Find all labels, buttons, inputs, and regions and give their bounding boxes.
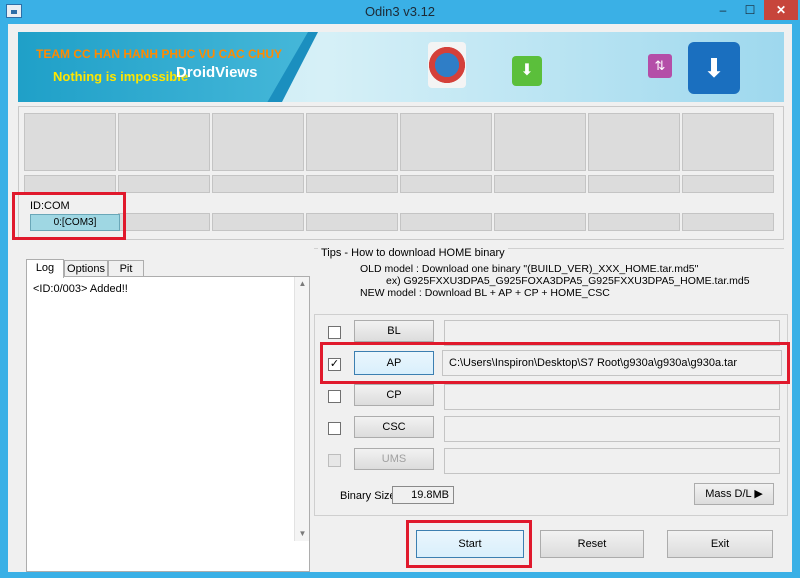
tips-title: Tips - How to download HOME binary	[318, 247, 508, 259]
slot-progress	[400, 175, 492, 193]
slot-com	[306, 213, 398, 231]
download-device-icon: ⬇	[688, 42, 740, 94]
ums-path	[444, 448, 780, 474]
binary-size-label: Binary Size	[340, 490, 396, 502]
close-button[interactable]: ✕	[764, 0, 798, 20]
csc-path	[444, 416, 780, 442]
banner-shape-inner	[18, 32, 308, 102]
slot-progress	[494, 175, 586, 193]
download-icon: ⬇	[512, 56, 542, 86]
window-title: Odin3 v3.12	[364, 4, 436, 19]
slot-status	[588, 113, 680, 171]
tab-log[interactable]: Log	[26, 259, 64, 278]
checkbox-csc[interactable]	[328, 422, 341, 435]
checkbox-bl[interactable]	[328, 326, 341, 339]
binary-size-value: 19.8MB	[392, 486, 454, 504]
slot-com	[212, 213, 304, 231]
slot-progress	[118, 175, 210, 193]
tips-line-2: ex) G925FXXU3DPA5_G925FOXA3DPA5_G925FXXU…	[386, 275, 750, 287]
slot-status	[306, 113, 398, 171]
slot-status	[118, 113, 210, 171]
slot-progress	[682, 175, 774, 193]
checkbox-cp[interactable]	[328, 390, 341, 403]
ums-button: UMS	[354, 448, 434, 470]
log-panel[interactable]: <ID:0/003> Added!! ▲ ▼	[26, 276, 310, 572]
banner-watermark: DroidViews	[176, 64, 258, 81]
slot-progress	[212, 175, 304, 193]
slot-status	[212, 113, 304, 171]
slot-progress	[24, 175, 116, 193]
csc-button[interactable]: CSC	[354, 416, 434, 438]
cp-button[interactable]: CP	[354, 384, 434, 406]
slot-status	[494, 113, 586, 171]
maximize-button[interactable]: ☐	[737, 0, 763, 20]
exit-button[interactable]: Exit	[667, 530, 773, 558]
odin-window: Odin3 v3.12 – ☐ ✕ TEAM CC HAN HANH PHUC …	[0, 0, 800, 578]
log-line: <ID:0/003> Added!!	[33, 283, 128, 295]
tips-line-1: OLD model : Download one binary "(BUILD_…	[360, 263, 699, 275]
checkbox-ums	[328, 454, 341, 467]
highlight-idcom	[12, 192, 126, 240]
scroll-up-icon[interactable]: ▲	[295, 277, 310, 291]
slot-com	[494, 213, 586, 231]
slot-progress	[306, 175, 398, 193]
slot-status	[682, 113, 774, 171]
tips-frame: Tips - How to download HOME binary OLD m…	[314, 247, 784, 310]
slot-progress	[588, 175, 680, 193]
slot-com	[588, 213, 680, 231]
slot-com	[682, 213, 774, 231]
slot-status	[24, 113, 116, 171]
slot-com	[118, 213, 210, 231]
banner-line2: Nothing is impossible	[53, 69, 189, 84]
client-area: TEAM CC HAN HANH PHUC VU CAC CHUY Nothin…	[8, 24, 792, 572]
tips-line-3: NEW model : Download BL + AP + CP + HOME…	[360, 287, 610, 299]
globe-icon	[428, 42, 466, 88]
slot-status	[400, 113, 492, 171]
reset-button[interactable]: Reset	[540, 530, 644, 558]
log-scrollbar[interactable]: ▲ ▼	[294, 277, 309, 541]
slot-com	[400, 213, 492, 231]
scroll-down-icon[interactable]: ▼	[295, 527, 310, 541]
minimize-button[interactable]: –	[710, 0, 736, 20]
highlight-start	[406, 520, 532, 568]
bl-button[interactable]: BL	[354, 320, 434, 342]
transfer-icon: ⇅	[648, 54, 672, 78]
banner-line1: TEAM CC HAN HANH PHUC VU CAC CHUY	[36, 47, 282, 61]
highlight-ap	[320, 342, 790, 384]
title-bar[interactable]: Odin3 v3.12 – ☐ ✕	[0, 0, 800, 24]
device-slots	[18, 106, 784, 240]
mass-dl-button[interactable]: Mass D/L ▶	[694, 483, 774, 505]
cp-path	[444, 384, 780, 410]
banner: TEAM CC HAN HANH PHUC VU CAC CHUY Nothin…	[18, 32, 784, 102]
